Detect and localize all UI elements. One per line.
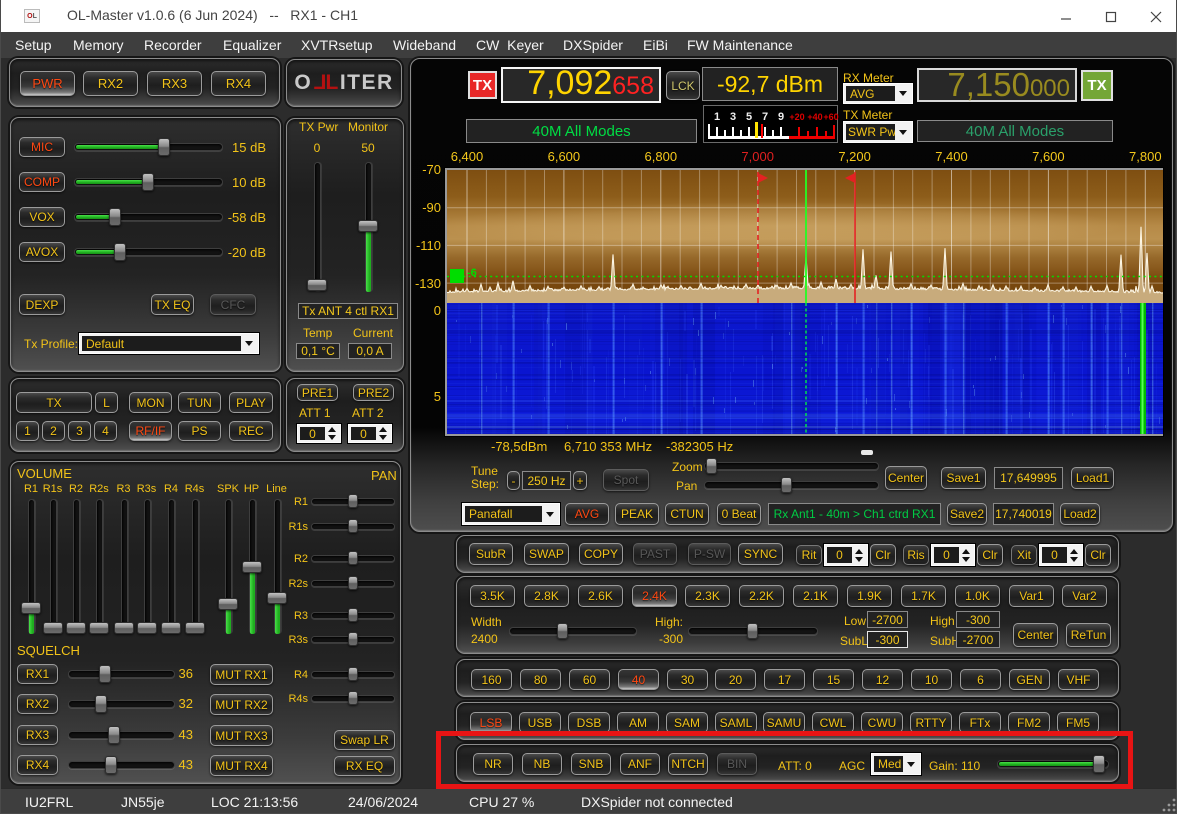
svg-text:-6: -6 — [467, 267, 477, 279]
svg-text:7: 7 — [762, 111, 768, 123]
svg-text:9: 9 — [778, 111, 784, 123]
svg-text:3: 3 — [730, 111, 736, 123]
svg-text:+60: +60 — [823, 112, 838, 122]
svg-text:5: 5 — [746, 111, 752, 123]
svg-text:1: 1 — [714, 111, 720, 123]
svg-text:+20: +20 — [789, 112, 804, 122]
svg-text:+40: +40 — [807, 112, 822, 122]
